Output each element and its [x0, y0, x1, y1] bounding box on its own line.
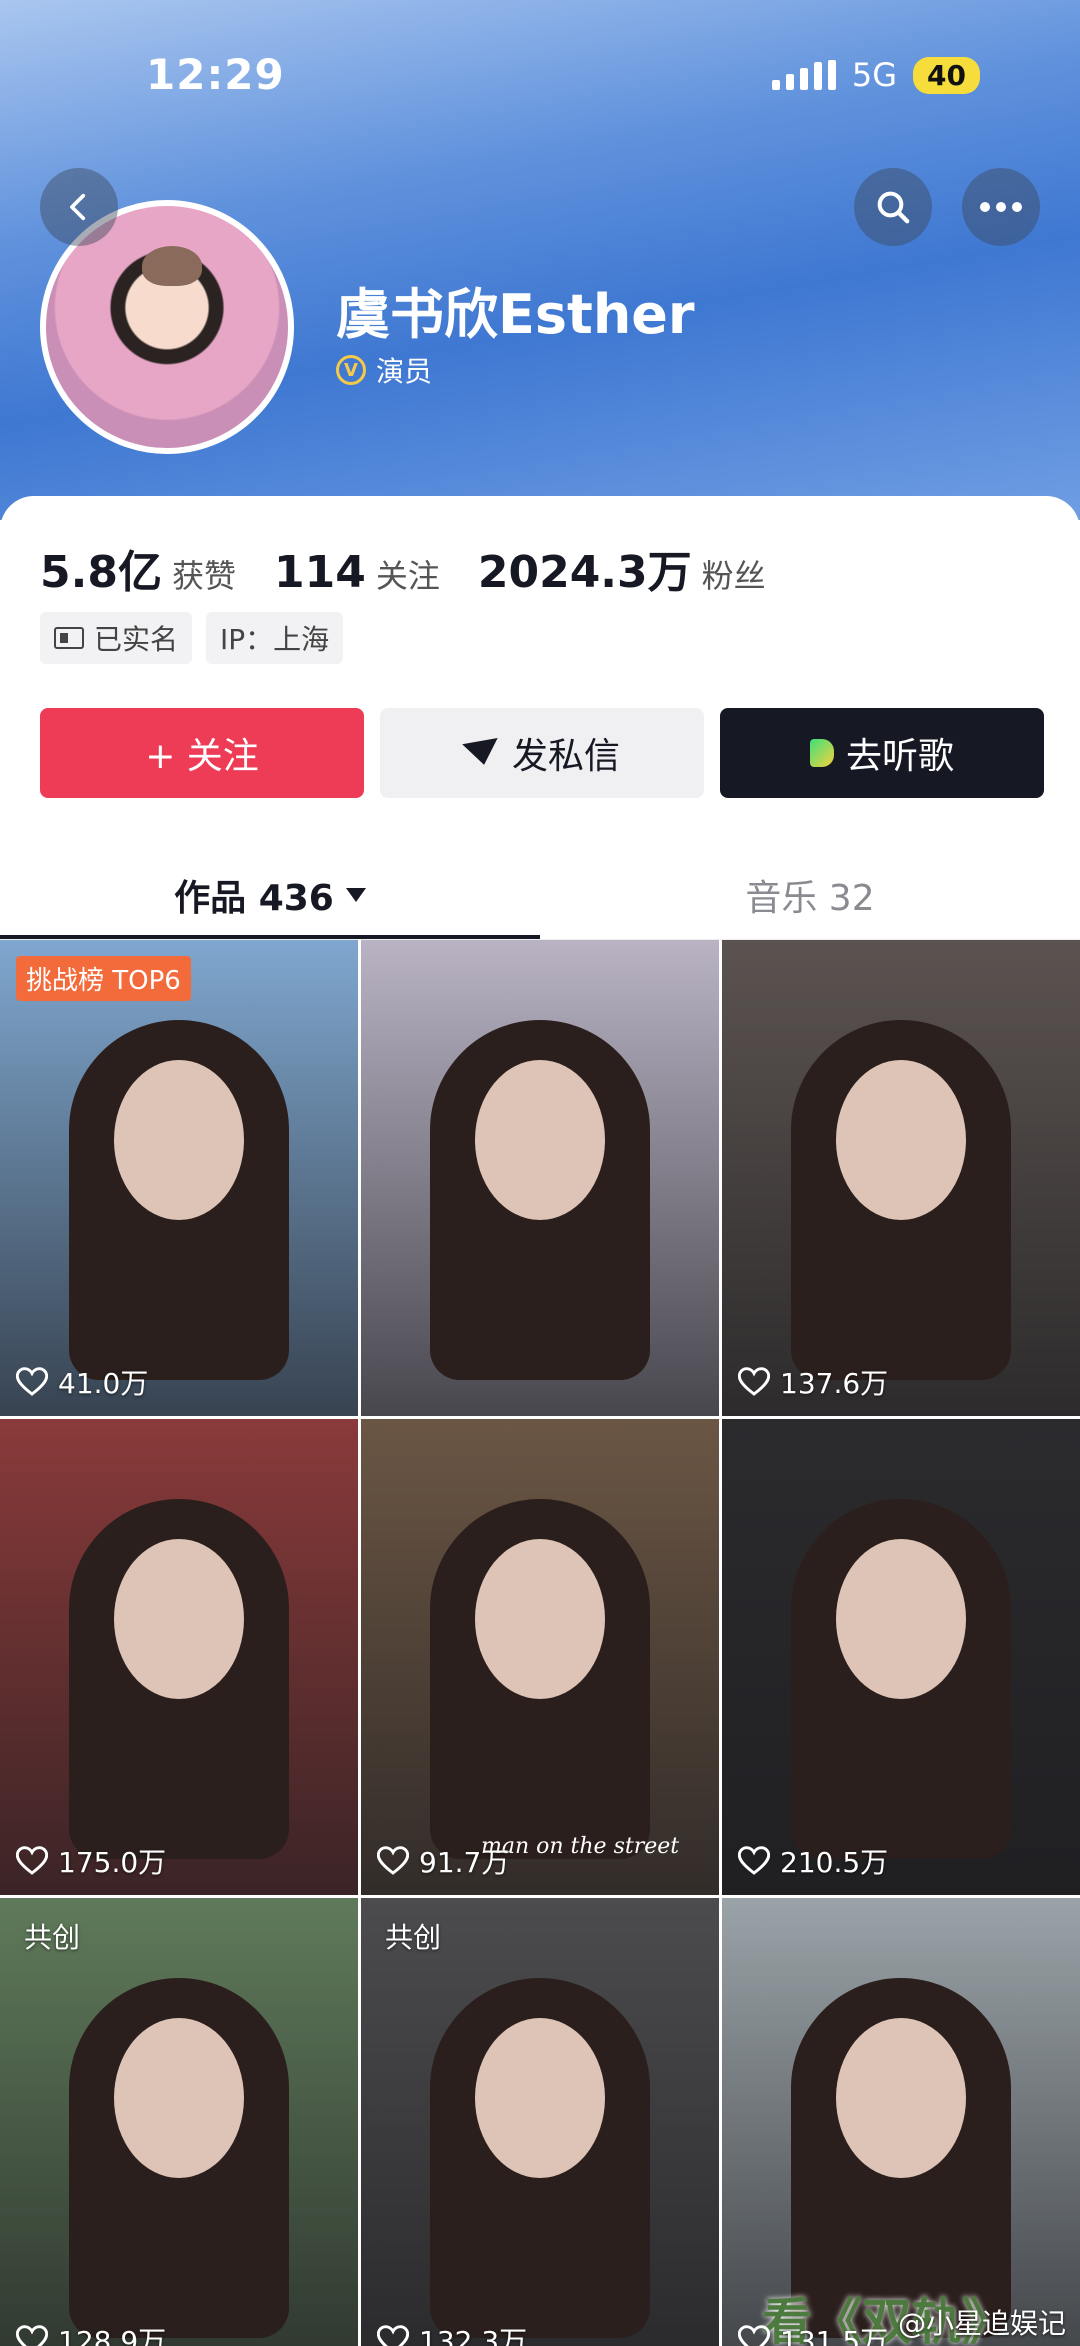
video-caption: man on the street	[481, 1834, 680, 1859]
network-label: 5G	[851, 56, 898, 94]
stat-label: 关注	[375, 557, 440, 595]
video-thumbnail[interactable]: 137.6万	[722, 940, 1080, 1416]
search-button[interactable]	[854, 168, 932, 246]
video-thumbnail[interactable]: 挑战榜 TOP6 41.0万	[0, 940, 358, 1416]
video-thumbnail[interactable]: 共创 128.9万	[0, 1898, 358, 2346]
video-thumbnail[interactable]: 看《双轨》 131.5万	[722, 1898, 1080, 2346]
status-time: 12:29	[146, 50, 285, 99]
stat-label: 粉丝	[701, 557, 766, 595]
heart-icon	[738, 2325, 770, 2346]
battery-indicator: 40	[913, 56, 980, 94]
profile-name: 虞书欣Esther	[336, 283, 695, 346]
thumbnail-face	[836, 2018, 966, 2178]
message-button[interactable]: 发私信	[380, 708, 704, 798]
like-count-label: 210.5万	[780, 1846, 889, 1879]
thumbnail-badge: 共创	[24, 1921, 81, 1954]
heart-icon	[738, 1846, 770, 1875]
video-grid: 挑战榜 TOP6 41.0万 137.6万 175.0万 man on the stre…	[0, 940, 1080, 2346]
video-thumbnail[interactable]: man on the street 91.7万	[361, 1419, 719, 1895]
stat-number: 5.8亿	[40, 547, 162, 598]
stat-likes[interactable]: 5.8亿 获赞	[40, 536, 236, 600]
profile-header: 12:29 5G 40 虞书欣Esther V 演员	[0, 0, 1080, 520]
thumbnail-face	[114, 1060, 244, 1220]
message-label: 发私信	[511, 736, 620, 777]
thumbnail-face	[836, 1539, 966, 1699]
thumbnail-face	[114, 2018, 244, 2178]
like-count: 41.0万	[16, 1362, 148, 1402]
stat-number: 2024.3万	[477, 547, 692, 598]
realname-tag: 已实名	[40, 612, 193, 664]
stat-number: 114	[273, 547, 366, 598]
tab-works-label: 作品 436	[174, 877, 334, 919]
status-icons: 5G 40	[771, 56, 980, 94]
like-count-label: 132.3万	[419, 2325, 528, 2346]
stat-label: 获赞	[171, 557, 236, 595]
heart-icon	[16, 1367, 48, 1396]
stat-followers[interactable]: 2024.3万 粉丝	[478, 536, 766, 600]
like-count-label: 128.9万	[58, 2325, 167, 2346]
action-buttons: + 关注 发私信 去听歌	[40, 708, 1044, 798]
heart-icon	[16, 1846, 48, 1875]
like-count-label: 137.6万	[780, 1367, 889, 1400]
thumbnail-badge: 共创	[385, 1921, 442, 1954]
more-button[interactable]	[962, 168, 1040, 246]
like-count: 91.7万	[377, 1841, 509, 1881]
like-count: 131.5万	[738, 2320, 888, 2346]
realname-label: 已实名	[94, 623, 179, 656]
watermark: @小星追娱记	[898, 2302, 1066, 2342]
content-tabs: 作品 436 音乐 32	[0, 850, 1080, 940]
back-icon	[70, 193, 86, 221]
stat-following[interactable]: 114 关注	[274, 547, 440, 598]
back-button[interactable]	[40, 168, 118, 246]
stats-row: 5.8亿 获赞 114 关注 2024.3万 粉丝	[40, 536, 766, 600]
like-count: 132.3万	[377, 2320, 527, 2346]
chevron-down-icon	[345, 887, 366, 902]
role-label: 演员	[376, 355, 433, 388]
like-count: 175.0万	[16, 1841, 166, 1881]
thumbnail-badge: 挑战榜 TOP6	[16, 956, 191, 1001]
heart-icon	[16, 2325, 48, 2346]
more-icon	[980, 202, 1022, 212]
tab-music[interactable]: 音乐 32	[540, 850, 1080, 939]
thumbnail-face	[836, 1060, 966, 1220]
ip-label: IP：上海	[220, 623, 330, 656]
ip-tag: IP：上海	[206, 612, 344, 664]
thumbnail-face	[475, 1060, 605, 1220]
heart-icon	[377, 1846, 409, 1875]
like-count: 137.6万	[738, 1362, 888, 1402]
tab-works[interactable]: 作品 436	[0, 850, 540, 939]
music-icon	[809, 739, 834, 767]
follow-button[interactable]: + 关注	[40, 708, 364, 798]
video-thumbnail[interactable]	[361, 940, 719, 1416]
like-count-label: 41.0万	[58, 1367, 149, 1400]
listen-label: 去听歌	[845, 736, 954, 777]
follow-label: + 关注	[145, 736, 259, 777]
video-thumbnail[interactable]: 共创 132.3万	[361, 1898, 719, 2346]
signal-icon	[771, 60, 836, 90]
listen-button[interactable]: 去听歌	[720, 708, 1044, 798]
thumbnail-face	[475, 2018, 605, 2178]
video-thumbnail[interactable]: 210.5万	[722, 1419, 1080, 1895]
verified-role: V 演员	[336, 350, 432, 390]
video-thumbnail[interactable]: 175.0万	[0, 1419, 358, 1895]
like-count: 128.9万	[16, 2320, 166, 2346]
tab-music-label: 音乐 32	[745, 877, 875, 919]
heart-icon	[738, 1367, 770, 1396]
send-icon	[462, 738, 502, 768]
id-card-icon	[54, 627, 84, 649]
heart-icon	[377, 2325, 409, 2346]
thumbnail-face	[475, 1539, 605, 1699]
like-count-label: 131.5万	[780, 2325, 889, 2346]
thumbnail-face	[114, 1539, 244, 1699]
search-icon	[877, 191, 910, 224]
verified-icon: V	[336, 355, 366, 385]
like-count-label: 91.7万	[419, 1846, 510, 1879]
like-count-label: 175.0万	[58, 1846, 167, 1879]
profile-tags: 已实名 IP：上海	[40, 612, 344, 664]
like-count: 210.5万	[738, 1841, 888, 1881]
watermark-label: @小星追娱记	[897, 2307, 1066, 2340]
